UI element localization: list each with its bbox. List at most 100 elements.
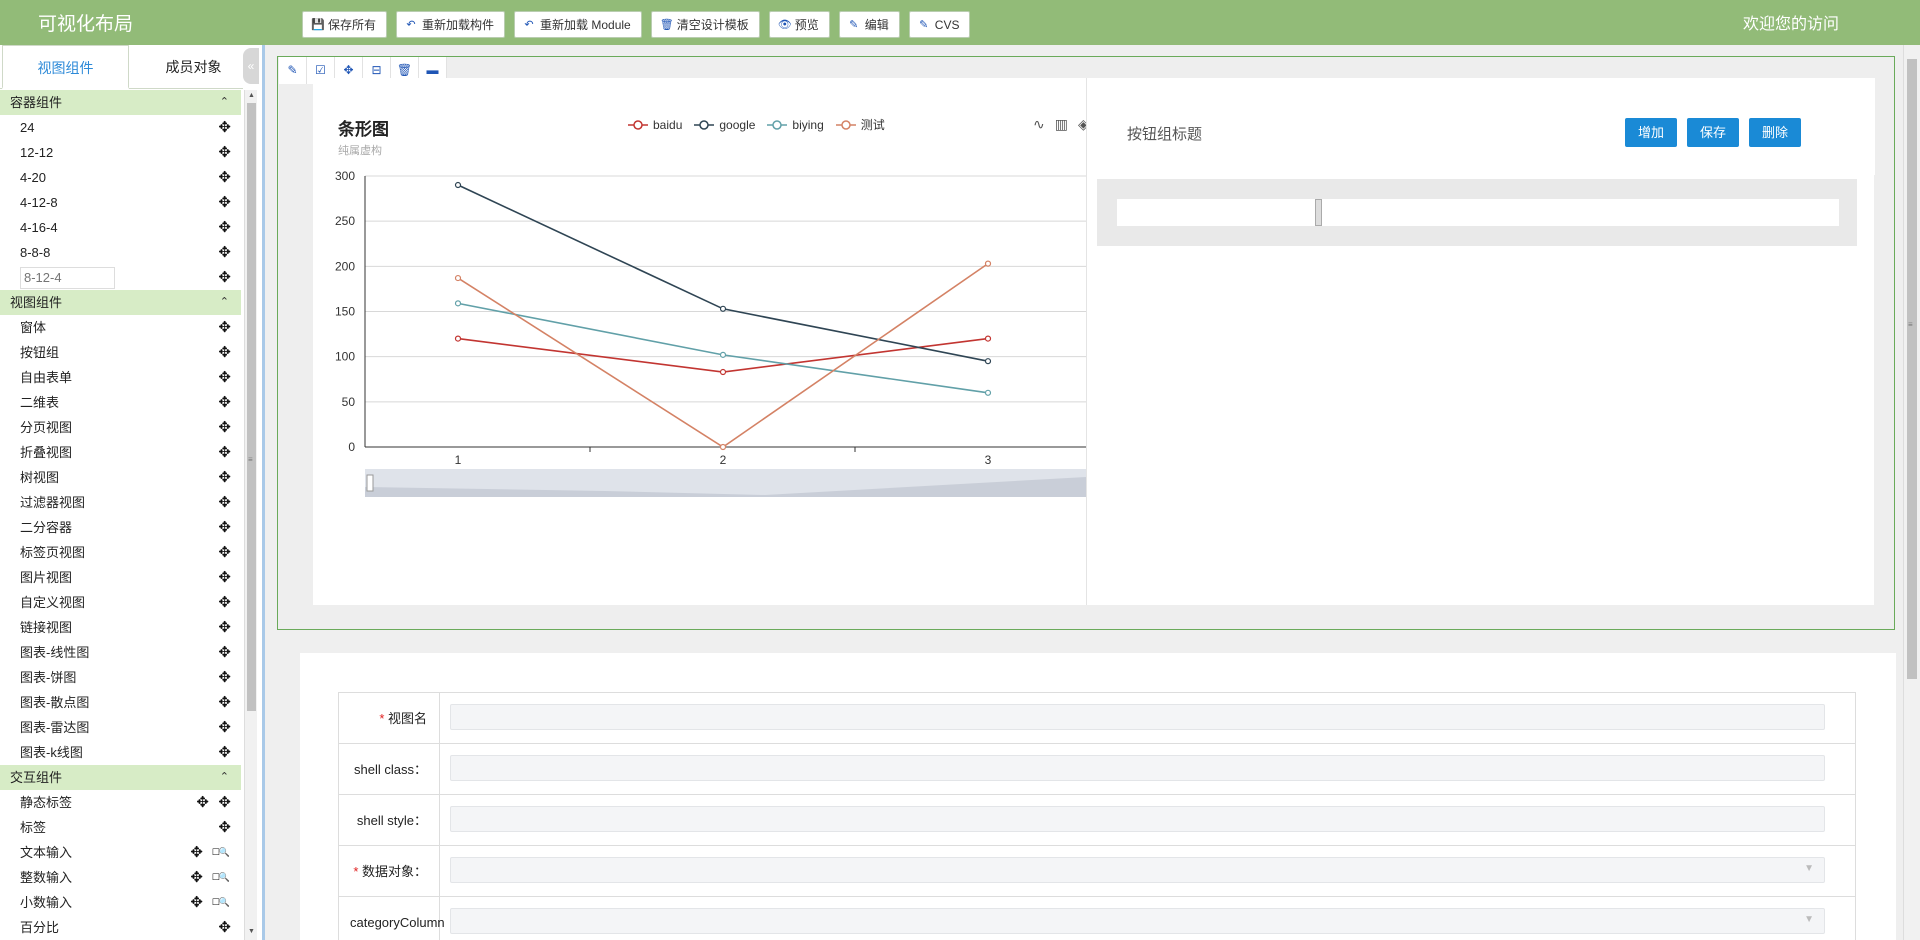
- move-icon[interactable]: ✥: [218, 440, 231, 465]
- line-chart-icon[interactable]: ∿: [1033, 116, 1045, 133]
- move-icon[interactable]: ✥: [218, 665, 231, 690]
- move-icon[interactable]: ✥: [218, 740, 231, 765]
- move-icon[interactable]: ✥: [190, 890, 203, 915]
- component-item[interactable]: 24 ✥: [0, 115, 241, 140]
- group-header[interactable]: 容器组件 ⌃: [0, 90, 241, 115]
- component-item[interactable]: 链接视图 ✥: [0, 615, 241, 640]
- reload-components-button[interactable]: ↶ 重新加载构件: [396, 11, 506, 38]
- save-button[interactable]: 保存: [1687, 118, 1740, 147]
- legend-item[interactable]: baidu: [628, 116, 682, 133]
- move-icon[interactable]: ✥: [218, 540, 231, 565]
- checkbox-search-icon[interactable]: ☐🔍: [212, 840, 230, 865]
- move-icon[interactable]: ✥: [218, 190, 231, 215]
- component-item[interactable]: 二维表 ✥: [0, 390, 241, 415]
- form-input[interactable]: [450, 704, 1825, 730]
- component-item[interactable]: 小数输入 ✥ ☐🔍: [0, 890, 241, 915]
- resize-handle[interactable]: [1315, 199, 1322, 226]
- legend-item[interactable]: google: [694, 116, 755, 133]
- component-item[interactable]: 百分比 ✥: [0, 915, 241, 940]
- component-item[interactable]: 4-12-8 ✥: [0, 190, 241, 215]
- component-item[interactable]: 图表-饼图 ✥: [0, 665, 241, 690]
- move-icon[interactable]: ✥: [218, 915, 231, 940]
- tab-member-objects[interactable]: 成员对象: [130, 45, 257, 89]
- move-icon[interactable]: ✥: [218, 465, 231, 490]
- move-icon[interactable]: ✥: [218, 490, 231, 515]
- delete-button[interactable]: 删除: [1749, 118, 1802, 147]
- move-icon[interactable]: ✥: [218, 365, 231, 390]
- chevron-up-icon[interactable]: ⌃: [220, 765, 229, 790]
- component-item[interactable]: 静态标签 ✥ ✥: [0, 790, 241, 815]
- component-item[interactable]: 8-8-8 ✥: [0, 240, 241, 265]
- component-item[interactable]: 折叠视图 ✥: [0, 440, 241, 465]
- edit-button[interactable]: ✎ 编辑: [838, 11, 900, 38]
- move-icon[interactable]: ✥: [218, 115, 231, 140]
- move-icon[interactable]: ✥: [196, 790, 209, 815]
- component-item[interactable]: 图片视图 ✥: [0, 565, 241, 590]
- move-icon[interactable]: ✥: [218, 590, 231, 615]
- component-item[interactable]: 过滤器视图 ✥: [0, 490, 241, 515]
- move-icon[interactable]: ✥: [218, 690, 231, 715]
- component-item[interactable]: 图表-散点图 ✥: [0, 690, 241, 715]
- move-icon[interactable]: ✥: [218, 165, 231, 190]
- component-item[interactable]: 标签页视图 ✥: [0, 540, 241, 565]
- group-header[interactable]: 交互组件 ⌃: [0, 765, 241, 790]
- component-item[interactable]: 标签 ✥: [0, 815, 241, 840]
- scrollbar-thumb[interactable]: [247, 103, 256, 711]
- move-icon[interactable]: ✥: [190, 840, 203, 865]
- scroll-up-icon[interactable]: ▲: [248, 92, 255, 99]
- move-icon[interactable]: ✥: [218, 340, 231, 365]
- component-item[interactable]: 图表-雷达图 ✥: [0, 715, 241, 740]
- group-header[interactable]: 视图组件 ⌃: [0, 290, 241, 315]
- checkbox-search-icon[interactable]: ☐🔍: [212, 890, 230, 915]
- component-item[interactable]: 窗体 ✥: [0, 315, 241, 340]
- move-icon[interactable]: ✥: [218, 215, 231, 240]
- custom-layout-input[interactable]: [20, 266, 115, 289]
- component-item[interactable]: 按钮组 ✥: [0, 340, 241, 365]
- move-icon[interactable]: ✥: [218, 140, 231, 165]
- page-scrollbar[interactable]: ≡: [1903, 45, 1920, 940]
- cvs-button[interactable]: ✎ CVS: [908, 11, 971, 38]
- layout-row-selected[interactable]: ✎ ☑ ✥ ⊟ 🗑 ▬ 0 50 100 150 200 250 300 1 2 3 条形图 纯属…: [277, 56, 1895, 630]
- move-icon[interactable]: ✥: [218, 565, 231, 590]
- component-item[interactable]: 4-16-4 ✥: [0, 215, 241, 240]
- move-icon[interactable]: ✥: [218, 640, 231, 665]
- scroll-down-icon[interactable]: ▼: [248, 928, 255, 935]
- component-item[interactable]: 4-20 ✥: [0, 165, 241, 190]
- add-button[interactable]: 增加: [1625, 118, 1678, 147]
- move-icon[interactable]: ✥: [218, 315, 231, 340]
- move-icon[interactable]: ✥: [218, 390, 231, 415]
- component-item[interactable]: 12-12 ✥: [0, 140, 241, 165]
- component-item[interactable]: 整数输入 ✥ ☐🔍: [0, 865, 241, 890]
- form-input[interactable]: [450, 755, 1825, 781]
- move-icon[interactable]: ✥: [190, 865, 203, 890]
- sidebar-scrollbar[interactable]: ▲ ≡ ▼: [244, 90, 257, 940]
- move-icon[interactable]: ✥: [218, 265, 231, 290]
- component-item[interactable]: 分页视图 ✥: [0, 415, 241, 440]
- collapse-sidebar-button[interactable]: «: [243, 48, 259, 84]
- form-select[interactable]: ▼: [450, 908, 1825, 934]
- checkbox-search-icon[interactable]: ☐🔍: [212, 865, 230, 890]
- reload-module-button[interactable]: ↶ 重新加载 Module: [514, 11, 642, 38]
- move-icon[interactable]: ✥: [218, 790, 231, 815]
- component-item[interactable]: 二分容器 ✥: [0, 515, 241, 540]
- clear-template-button[interactable]: 🗑 清空设计模板: [650, 11, 760, 38]
- component-item[interactable]: 图表-线性图 ✥: [0, 640, 241, 665]
- move-icon[interactable]: ✥: [218, 515, 231, 540]
- edit-icon[interactable]: ✎: [279, 57, 307, 84]
- move-icon[interactable]: ✥: [218, 815, 231, 840]
- move-icon[interactable]: ✥: [218, 715, 231, 740]
- move-icon[interactable]: ✥: [218, 240, 231, 265]
- page-scrollbar-thumb[interactable]: [1907, 59, 1917, 679]
- form-select[interactable]: ▼: [450, 857, 1825, 883]
- legend-item[interactable]: 测试: [835, 116, 885, 133]
- save-all-button[interactable]: 💾 保存所有: [302, 11, 388, 38]
- component-item[interactable]: 图表-k线图 ✥: [0, 740, 241, 765]
- component-item[interactable]: 文本输入 ✥ ☐🔍: [0, 840, 241, 865]
- chevron-up-icon[interactable]: ⌃: [220, 290, 229, 315]
- form-input[interactable]: [450, 806, 1825, 832]
- legend-item[interactable]: biying: [767, 116, 824, 133]
- component-item[interactable]: 树视图 ✥: [0, 465, 241, 490]
- chevron-up-icon[interactable]: ⌃: [220, 90, 229, 115]
- tab-view-components[interactable]: 视图组件: [2, 45, 129, 89]
- bar-chart-icon[interactable]: ▥: [1055, 116, 1068, 133]
